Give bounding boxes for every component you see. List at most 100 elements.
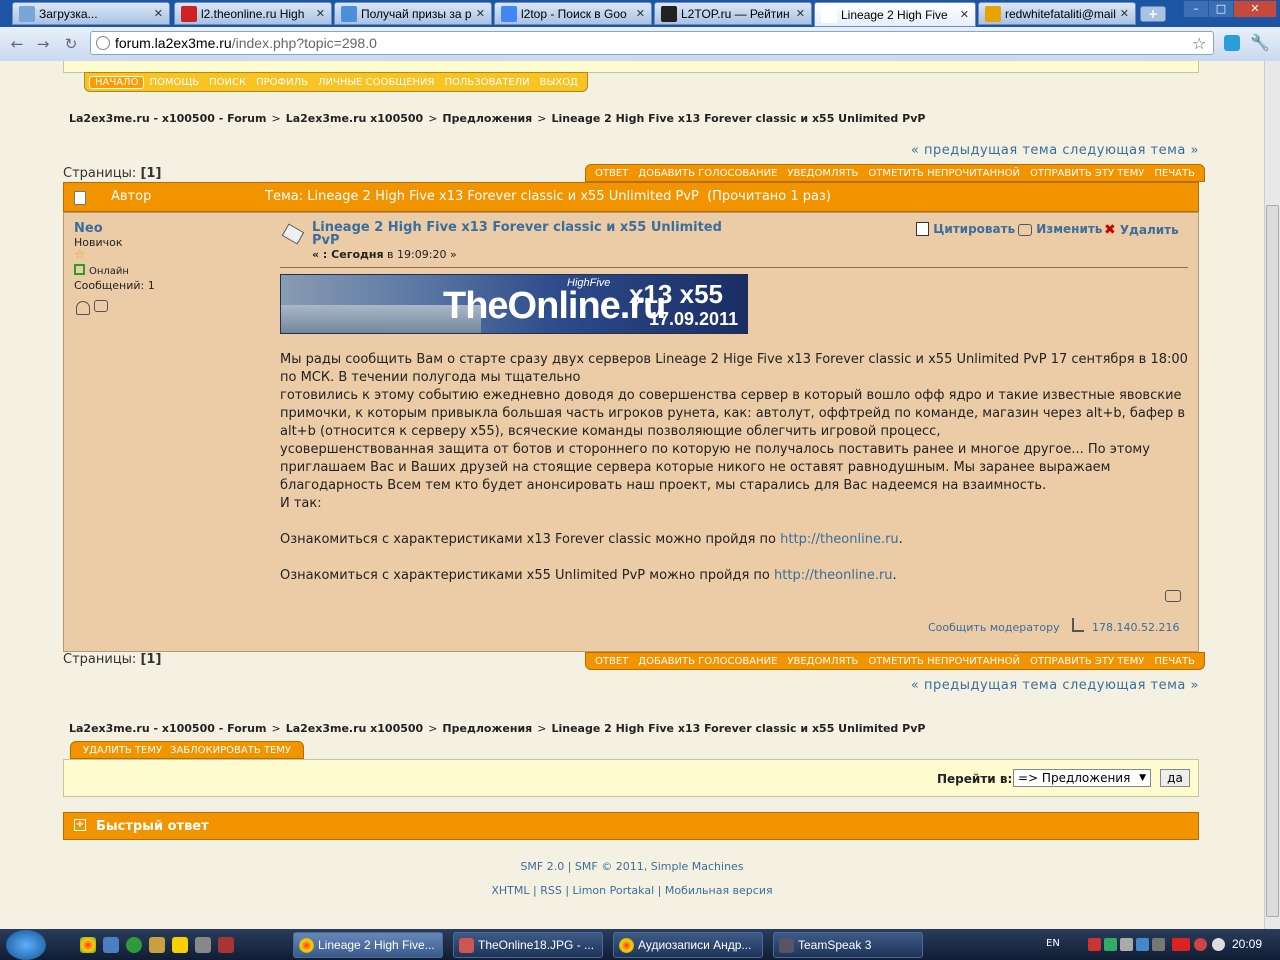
volume-icon[interactable] [1212,938,1225,951]
new-tab-button[interactable]: + [1140,6,1166,22]
clock[interactable]: 20:09 [1232,937,1262,951]
menu-item[interactable]: ПРОФИЛЬ [251,77,313,88]
topic-button[interactable]: ОТМЕТИТЬ НЕПРОЧИТАННОЙ [863,168,1025,179]
scrollbar[interactable] [1264,61,1280,929]
ip-address[interactable]: 178.140.52.216 [1092,621,1179,634]
profile-icon[interactable] [76,301,90,315]
task-teamspeak[interactable]: TeamSpeak 3 [773,932,923,958]
menu-item[interactable]: ПОЛЬЗОВАТЕЛИ [439,77,534,88]
topic-nav-top[interactable]: « предыдущая тема следующая тема » [911,143,1199,158]
breadcrumb-item[interactable]: Предложения [442,112,532,125]
close-tab-icon[interactable]: ✕ [316,7,325,20]
menu-item[interactable]: ПОМОЩЬ [144,77,204,88]
scrollbar-thumb[interactable] [1266,205,1279,917]
breadcrumb-item[interactable]: Предложения [442,722,532,735]
browser-tab[interactable]: L2TOP.ru — Рейтин ✕ [654,2,812,25]
browser-tab[interactable]: Получай призы за р ✕ [334,2,492,25]
task-chrome[interactable]: Lineage 2 High Five... [293,932,443,958]
menu-item[interactable]: ВЫХОД [535,77,583,88]
back-icon[interactable]: ← [8,35,26,53]
expand-icon[interactable]: + [74,819,86,831]
close-tab-icon[interactable]: ✕ [796,7,805,20]
topic-button[interactable]: ДОБАВИТЬ ГОЛОСОВАНИЕ [633,656,782,667]
topic-button[interactable]: ПЕЧАТЬ [1149,168,1200,179]
topic-button[interactable]: УВЕДОМЛЯТЬ [782,168,863,179]
topic-button[interactable]: ОТВЕТ [590,168,633,179]
tray-icon[interactable] [1120,938,1133,951]
menu-item[interactable]: НАЧАЛО [89,75,145,89]
close-tab-icon[interactable]: ✕ [960,8,969,21]
tray-icon[interactable] [1194,938,1207,951]
edit-button[interactable]: Изменить [1018,222,1102,236]
topic-button[interactable]: ОТПРАВИТЬ ЭТУ ТЕМУ [1025,168,1149,179]
browser-tab[interactable]: Загрузка... ✕ [12,2,170,25]
utorrent-icon[interactable] [126,937,142,953]
topic-button[interactable]: ОТПРАВИТЬ ЭТУ ТЕМУ [1025,656,1149,667]
address-bar[interactable]: forum.la2ex3me.ru/index.php?topic=298.0 [90,31,1214,55]
menu-item[interactable]: ЛИЧНЫЕ СООБЩЕНИЯ [313,77,439,88]
mod-button[interactable]: ЗАБЛОКИРОВАТЬ ТЕМУ [166,745,295,756]
tray-icon[interactable] [1088,938,1101,951]
jump-go-button[interactable]: да [1160,769,1190,787]
menu-item[interactable]: ПОИСК [204,77,251,88]
footer-line-1[interactable]: SMF 2.0 | SMF © 2011, Simple Machines [0,860,1264,873]
desktop-icon[interactable] [103,937,119,953]
tray-icon[interactable] [1136,938,1149,951]
forward-icon[interactable]: → [34,35,52,53]
wrench-icon[interactable]: 🔧 [1250,33,1270,52]
delete-button[interactable]: ✖ Удалить [1104,222,1179,238]
extension-icon[interactable] [1224,35,1240,51]
breadcrumb-item[interactable]: Lineage 2 High Five x13 Forever classic … [551,112,925,125]
app-icon[interactable] [172,937,188,953]
pm-icon[interactable] [94,300,108,312]
chrome-icon[interactable] [80,937,96,953]
breadcrumb-item[interactable]: Lineage 2 High Five x13 Forever classic … [551,722,925,735]
maximize-button[interactable]: □ [1208,0,1234,18]
pages-value[interactable]: [1] [140,166,161,181]
topic-nav-bottom[interactable]: « предыдущая тема следующая тема » [911,678,1199,693]
browser-tab[interactable]: Lineage 2 High Five ✕ [814,2,976,27]
topic-button[interactable]: ОТМЕТИТЬ НЕПРОЧИТАННОЙ [863,656,1025,667]
breadcrumb-item[interactable]: La2ex3me.ru x100500 [286,112,424,125]
pages-value[interactable]: [1] [140,652,161,667]
start-button[interactable] [6,930,46,960]
breadcrumb-item[interactable]: La2ex3me.ru - x100500 - Forum [69,112,266,125]
tray-icon[interactable] [1152,938,1165,951]
mod-button[interactable]: УДАЛИТЬ ТЕМУ [79,745,166,756]
minimize-button[interactable]: – [1183,0,1209,18]
task-image[interactable]: TheOnline18.JPG - ... [453,932,603,958]
app-icon[interactable] [218,937,234,953]
poster-name[interactable]: Neo [74,221,103,236]
link-theonline-1[interactable]: http://theonline.ru [780,532,899,547]
app-icon[interactable] [195,937,211,953]
task-audio[interactable]: Аудиозаписи Андр... [613,932,763,958]
close-window-button[interactable]: ✕ [1233,0,1277,18]
breadcrumb-item[interactable]: La2ex3me.ru x100500 [286,722,424,735]
tool-icon[interactable] [149,937,165,953]
breadcrumb-item[interactable]: La2ex3me.ru - x100500 - Forum [69,722,266,735]
ati-icon[interactable] [1172,938,1190,951]
close-tab-icon[interactable]: ✕ [154,7,163,20]
language-indicator[interactable]: EN [1046,938,1060,949]
close-tab-icon[interactable]: ✕ [476,7,485,20]
post-title[interactable]: Lineage 2 High Five x13 Forever classic … [312,221,732,247]
footer-line-2[interactable]: XHTML | RSS | Limon Portakal | Мобильная… [0,884,1264,897]
topic-button[interactable]: ОТВЕТ [590,656,633,667]
report-moderator-link[interactable]: Сообщить модератору [928,621,1060,634]
browser-tab[interactable]: l2top - Поиск в Goo ✕ [494,2,652,25]
quick-reply-bar[interactable]: + Быстрый ответ [63,812,1199,840]
browser-tab[interactable]: redwhitefataliti@mail ✕ [978,2,1136,25]
topic-button[interactable]: ПЕЧАТЬ [1149,656,1200,667]
tray-icon[interactable] [1104,938,1117,951]
link-theonline-2[interactable]: http://theonline.ru [774,568,893,583]
close-tab-icon[interactable]: ✕ [636,7,645,20]
quote-button[interactable]: Цитировать [916,222,1015,236]
topic-button[interactable]: УВЕДОМЛЯТЬ [782,656,863,667]
quick-quote-icon[interactable] [1165,590,1181,602]
close-tab-icon[interactable]: ✕ [1120,7,1129,20]
topic-button[interactable]: ДОБАВИТЬ ГОЛОСОВАНИЕ [633,168,782,179]
browser-tab[interactable]: l2.theonline.ru High ✕ [174,2,332,25]
jump-select[interactable]: => Предложения ▼ [1013,769,1151,787]
reload-icon[interactable]: ↻ [62,35,80,53]
bookmark-star-icon[interactable]: ☆ [1192,34,1206,53]
